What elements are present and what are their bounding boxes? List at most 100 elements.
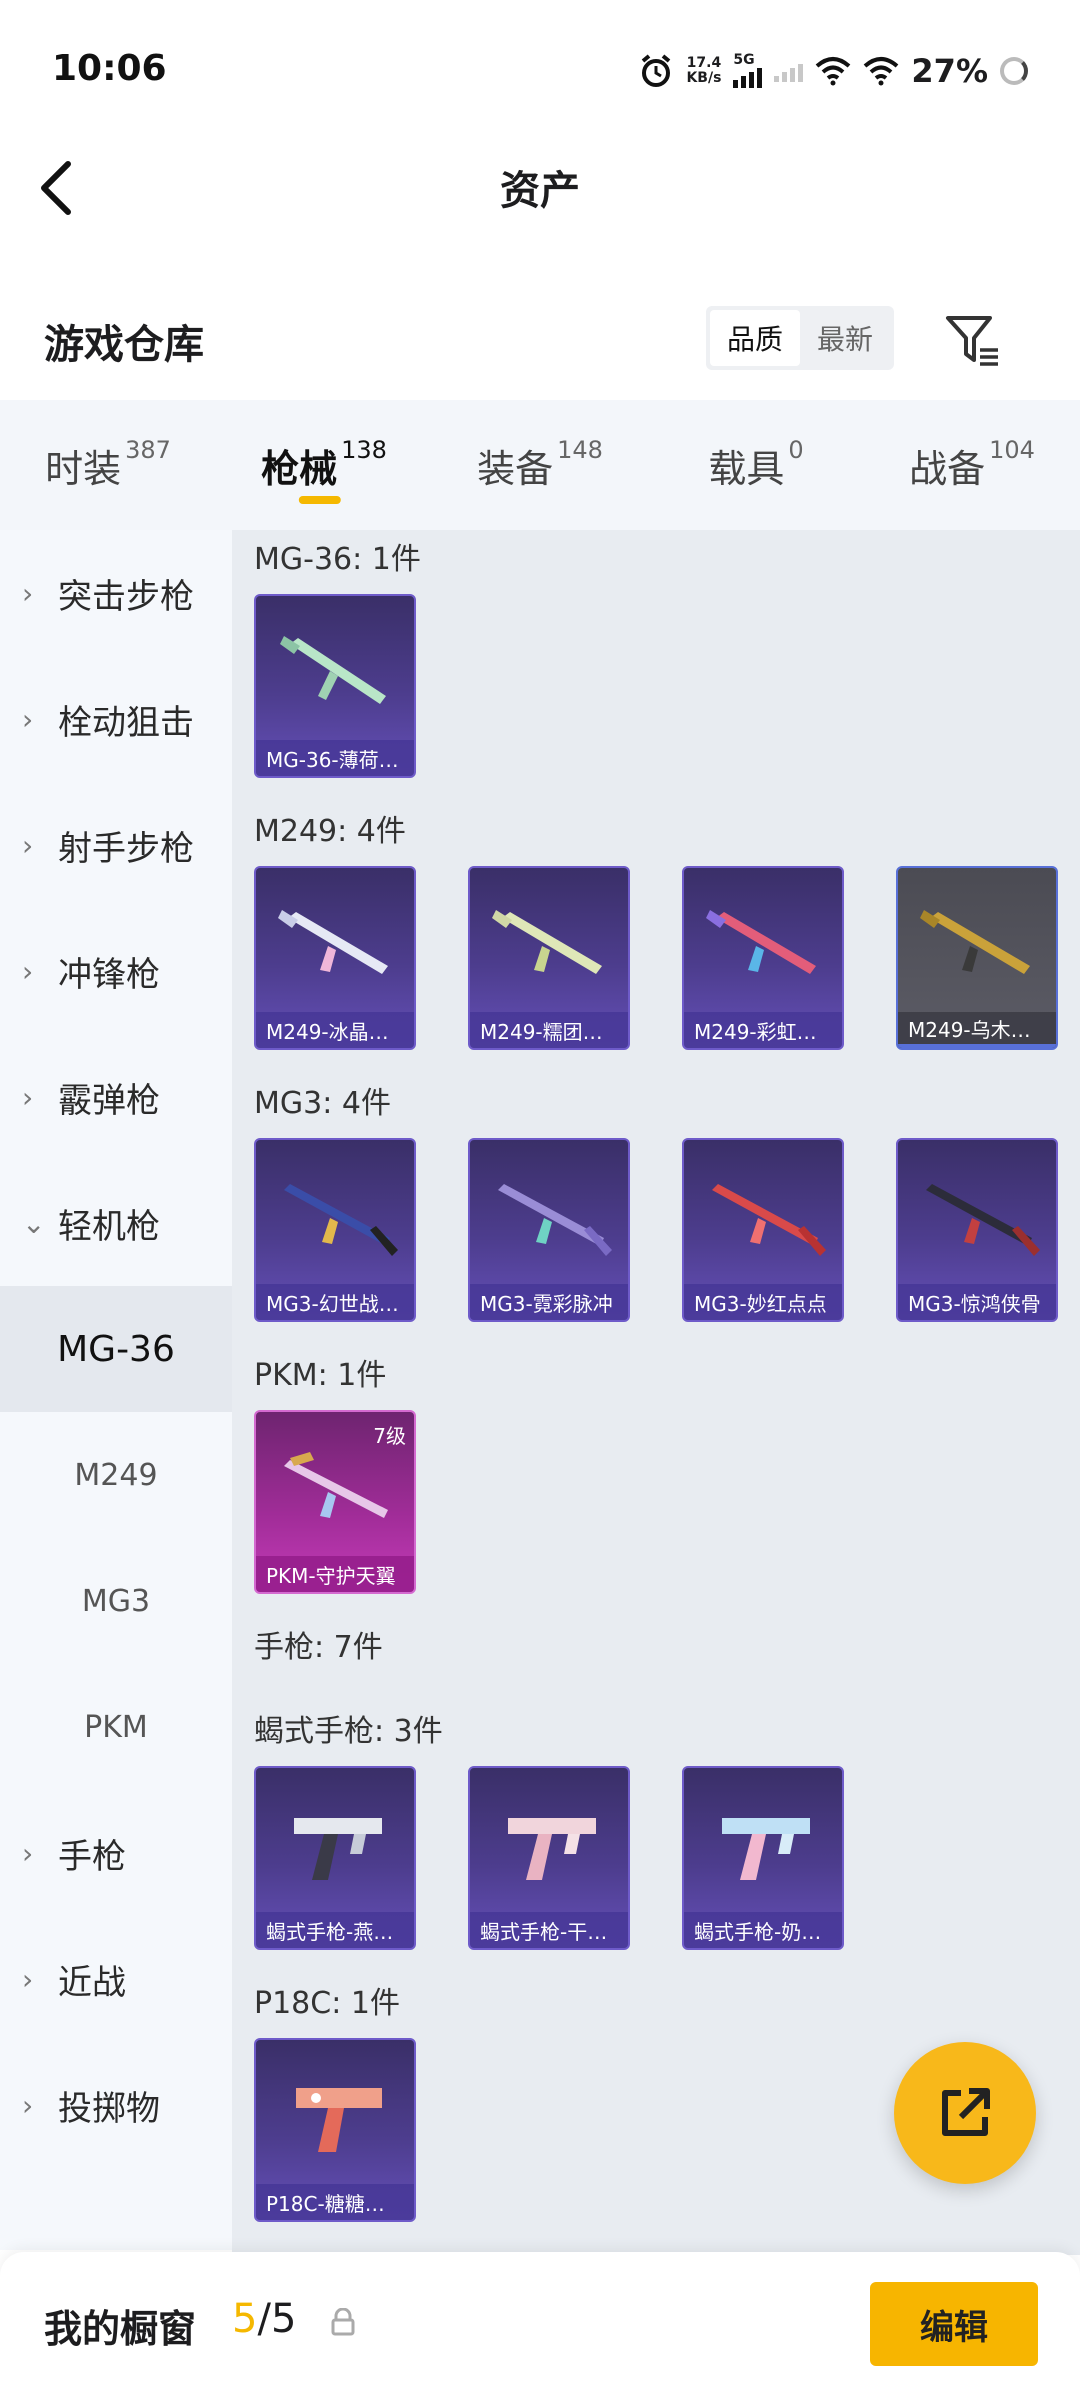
weapon-card[interactable]: 蝎式手枪-干…: [468, 1766, 630, 1950]
tab-label: 枪械: [261, 447, 338, 491]
chevron-right-icon: ›: [22, 1836, 34, 1870]
card-label: MG3-惊鸿侠骨: [898, 1284, 1056, 1320]
weapon-card[interactable]: M249-彩虹…: [682, 866, 844, 1050]
tab-label: 装备: [477, 447, 554, 491]
wifi-icon: [816, 57, 851, 86]
network-type: 5G: [733, 52, 755, 68]
machine-gun-icon: [498, 1184, 612, 1256]
card-label: M249-糯团…: [470, 1012, 628, 1048]
showcase-count: 5/5: [232, 2296, 296, 2342]
pistol-icon: [296, 2088, 382, 2152]
tab-label: 载具: [708, 447, 785, 491]
tab-count: 148: [557, 436, 603, 464]
active-tab-indicator: [298, 496, 341, 504]
card-label: MG-36-薄荷…: [256, 740, 414, 776]
tab-vehicles[interactable]: 载具 0: [648, 400, 864, 530]
weapon-card[interactable]: 蝎式手枪-燕…: [254, 1766, 416, 1950]
weapon-card[interactable]: 蝎式手枪-奶…: [682, 1766, 844, 1950]
section-title: 手枪: 7件: [254, 1630, 383, 1665]
sidebar-item-melee[interactable]: › 近战: [0, 1916, 232, 2042]
weapon-card[interactable]: P18C-糖糖…: [254, 2038, 416, 2222]
sidebar-item-label: 投掷物: [58, 2088, 160, 2129]
showcase-separator: /: [257, 2296, 271, 2342]
tab-fashion[interactable]: 时装 387: [0, 400, 216, 530]
sidebar-item-label: 栓动狙击: [58, 702, 194, 743]
machine-gun-icon: [284, 1184, 398, 1256]
showcase-current: 5: [232, 2296, 258, 2342]
sidebar-item-lmg[interactable]: ⌄ 轻机枪: [0, 1160, 232, 1286]
section-title: M249: 4件: [254, 814, 406, 849]
weapon-card[interactable]: 7级 PKM-守护天翼: [254, 1410, 416, 1594]
weapon-card[interactable]: MG3-幻世战…: [254, 1138, 416, 1322]
sidebar-sub-pkm[interactable]: PKM: [0, 1664, 232, 1790]
machine-gun-icon: [492, 910, 602, 974]
sidebar-item-label: 突击步枪: [58, 576, 194, 617]
sidebar-item-shotgun[interactable]: › 霰弹枪: [0, 1034, 232, 1160]
sidebar-item-label: 近战: [58, 1962, 126, 2003]
tab-equipment[interactable]: 装备 148: [432, 400, 648, 530]
status-bar: 10:06 17.4 KB/s 5G 27%: [0, 0, 1080, 140]
weapon-list: MG-36: 1件 MG-36-薄荷… M249: 4件 M249-冰晶… M2…: [232, 530, 1080, 2255]
weapon-card[interactable]: MG3-霓彩脉冲: [468, 1138, 630, 1322]
sidebar-item-label: 轻机枪: [58, 1206, 160, 1247]
tab-supplies[interactable]: 战备 104: [864, 400, 1080, 530]
chevron-right-icon: ›: [22, 702, 34, 736]
share-fab-button[interactable]: [894, 2042, 1036, 2184]
card-label: M249-彩虹…: [684, 1012, 842, 1048]
lock-icon: [331, 2308, 355, 2336]
weapon-category-sidebar: › 突击步枪 › 栓动狙击 › 射手步枪 › 冲锋枪 › 霰弹枪 ⌄ 轻机枪 M…: [0, 530, 232, 2250]
sort-toggle: 品质 最新: [706, 306, 894, 370]
sort-quality-option[interactable]: 品质: [710, 310, 800, 366]
card-label: M249-乌木…: [898, 1012, 1056, 1048]
net-speed-unit: KB/s: [686, 70, 722, 86]
pistol-icon: [294, 1818, 382, 1880]
card-label: MG3-幻世战…: [256, 1284, 414, 1320]
header: 资产: [0, 140, 1080, 230]
filter-button[interactable]: [942, 310, 1002, 370]
sidebar-item-bolt-sniper[interactable]: › 栓动狙击: [0, 656, 232, 782]
weapon-card[interactable]: MG3-惊鸿侠骨: [896, 1138, 1058, 1322]
weapon-card[interactable]: MG-36-薄荷…: [254, 594, 416, 778]
sidebar-item-throwables[interactable]: › 投掷物: [0, 2042, 232, 2168]
machine-gun-icon: [920, 910, 1030, 974]
tab-firearms[interactable]: 枪械 138: [216, 400, 432, 530]
machine-gun-icon: [926, 1184, 1040, 1256]
chevron-right-icon: ›: [22, 2088, 34, 2122]
filter-icon: [946, 316, 998, 366]
chevron-right-icon: ›: [22, 1962, 34, 1996]
net-speed-value: 17.4: [686, 55, 722, 71]
sidebar-item-smg[interactable]: › 冲锋枪: [0, 908, 232, 1034]
net-speed: 17.4 KB/s: [686, 56, 721, 86]
sidebar-sub-mg3[interactable]: MG3: [0, 1538, 232, 1664]
sort-newest-option[interactable]: 最新: [800, 310, 890, 366]
signal-5g: 5G: [733, 52, 763, 88]
card-label: P18C-糖糖…: [256, 2184, 414, 2220]
weapon-card[interactable]: M249-糯团…: [468, 866, 630, 1050]
sidebar-item-pistol[interactable]: › 手枪: [0, 1790, 232, 1916]
sidebar-item-marksman-rifle[interactable]: › 射手步枪: [0, 782, 232, 908]
card-label: 蝎式手枪-燕…: [256, 1912, 414, 1948]
card-label: 蝎式手枪-干…: [470, 1912, 628, 1948]
pistol-icon: [722, 1818, 810, 1880]
weapon-card[interactable]: M249-冰晶…: [254, 866, 416, 1050]
pistol-icon: [508, 1818, 596, 1880]
warehouse-title: 游戏仓库: [44, 322, 204, 368]
weapon-card[interactable]: MG3-妙红点点: [682, 1138, 844, 1322]
section-title: MG-36: 1件: [254, 542, 421, 577]
weapon-card[interactable]: M249-乌木…: [896, 866, 1058, 1050]
sidebar-item-label: 射手步枪: [58, 828, 194, 869]
sidebar-sub-mg36[interactable]: MG-36: [0, 1286, 232, 1412]
card-label: 蝎式手枪-奶…: [684, 1912, 842, 1948]
tab-count: 104: [989, 436, 1035, 464]
showcase-bar: 我的橱窗 5/5 编辑: [0, 2252, 1080, 2400]
tab-count: 387: [125, 436, 171, 464]
sidebar-sub-m249[interactable]: M249: [0, 1412, 232, 1538]
signal-bars-icon: [733, 66, 763, 88]
edit-button[interactable]: 编辑: [870, 2282, 1038, 2366]
chevron-right-icon: ›: [22, 954, 34, 988]
rifle-icon: [280, 636, 386, 704]
sidebar-item-assault-rifle[interactable]: › 突击步枪: [0, 530, 232, 656]
alarm-icon: [642, 54, 671, 87]
machine-gun-icon: [278, 910, 388, 974]
card-label: MG3-霓彩脉冲: [470, 1284, 628, 1320]
